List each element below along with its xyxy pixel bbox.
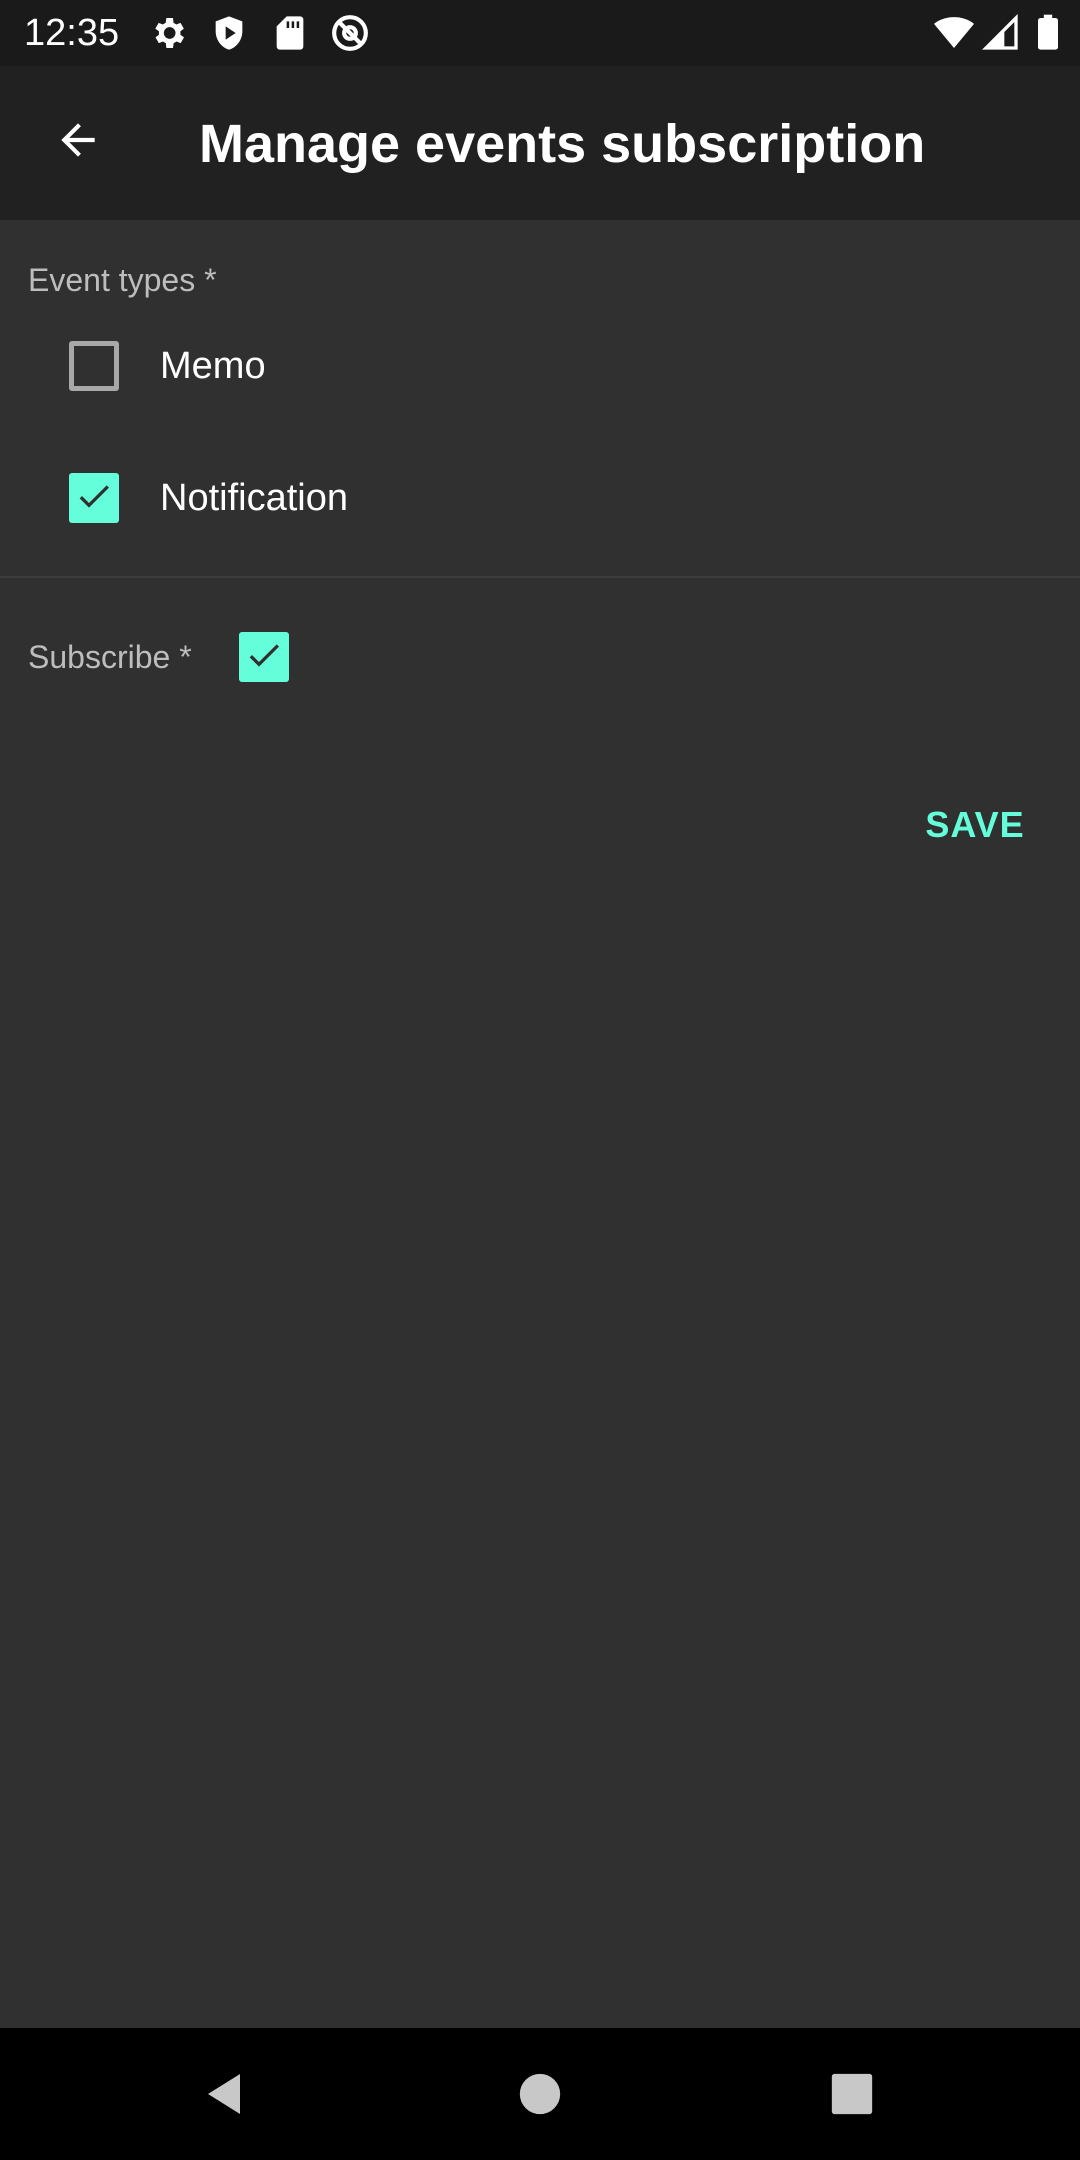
nav-bar <box>0 2028 1080 2160</box>
check-icon <box>74 476 114 521</box>
event-types-label: Event types * <box>28 262 217 298</box>
subscribe-checkbox[interactable] <box>239 632 289 682</box>
back-button[interactable] <box>36 100 120 184</box>
notification-label[interactable]: Notification <box>160 475 348 521</box>
divider <box>0 576 1080 578</box>
nav-back-icon[interactable] <box>196 2064 256 2124</box>
gear-icon <box>148 13 188 53</box>
arrow-left-icon <box>53 115 103 170</box>
status-bar: 12:35 <box>0 0 1080 66</box>
page-title: Manage events subscription <box>199 114 926 174</box>
shield-icon <box>209 13 249 53</box>
status-time: 12:35 <box>24 12 120 54</box>
at-sign-icon <box>330 13 370 53</box>
nav-recents-icon[interactable] <box>822 2064 882 2124</box>
nav-home-icon[interactable] <box>510 2064 570 2124</box>
subscribe-label: Subscribe * <box>28 639 192 675</box>
wifi-icon <box>934 13 974 53</box>
notification-checkbox[interactable] <box>69 473 119 523</box>
sd-card-icon <box>270 13 310 53</box>
screen: 12:35 Manage events subscription Event t… <box>0 0 1080 2160</box>
memo-checkbox[interactable] <box>69 341 119 391</box>
check-icon <box>244 635 284 680</box>
save-button[interactable]: SAVE <box>900 795 1050 855</box>
app-bar: Manage events subscription <box>0 66 1080 220</box>
signal-icon <box>981 13 1021 53</box>
memo-label[interactable]: Memo <box>160 343 266 389</box>
battery-icon <box>1028 13 1068 53</box>
